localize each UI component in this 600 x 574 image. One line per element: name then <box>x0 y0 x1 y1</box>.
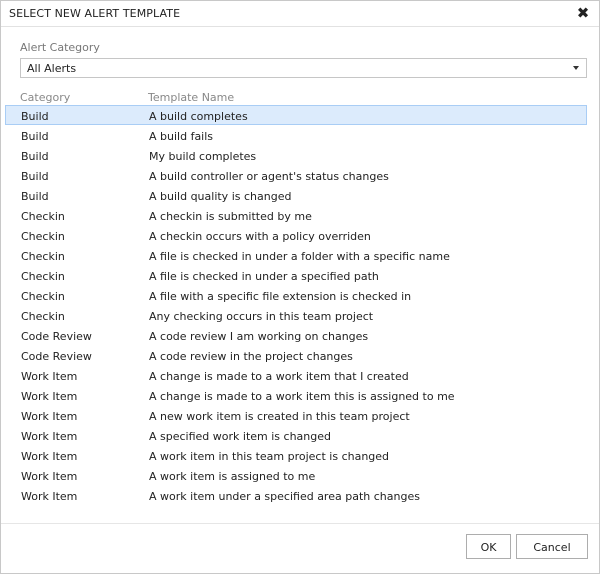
alert-category-value: All Alerts <box>27 62 77 75</box>
table-row[interactable]: Checkin A checkin is submitted by me <box>5 205 587 225</box>
table-row[interactable]: Build A build completes <box>5 105 587 125</box>
table-row[interactable]: Work Item A new work item is created in t… <box>5 405 587 425</box>
row-category: Work Item <box>21 470 78 483</box>
row-category: Build <box>21 170 49 183</box>
row-category: Work Item <box>21 450 78 463</box>
row-category: Work Item <box>21 390 78 403</box>
alert-template-dialog: SELECT NEW ALERT TEMPLATE ✖ Alert Catego… <box>0 0 600 574</box>
template-list: Build A build completes Build A build fails… <box>5 105 587 505</box>
row-template-name: A specified work item is changed <box>149 430 331 443</box>
table-row[interactable]: Build A build controller or agent's statu… <box>5 165 587 185</box>
row-template-name: A new work item is created in this team … <box>149 410 410 423</box>
dialog-title: SELECT NEW ALERT TEMPLATE <box>9 7 181 20</box>
table-row[interactable]: Checkin A file with a specific file exten… <box>5 285 587 305</box>
cancel-button[interactable]: Cancel <box>516 534 588 559</box>
table-row[interactable]: Code Review A code review I am working on… <box>5 325 587 345</box>
row-category: Work Item <box>21 410 78 423</box>
row-category: Build <box>21 190 49 203</box>
table-row[interactable]: Checkin Any checking occurs in this team … <box>5 305 587 325</box>
row-category: Work Item <box>21 490 78 503</box>
row-category: Code Review <box>21 350 92 363</box>
table-row[interactable]: Checkin A file is checked in under a fold… <box>5 245 587 265</box>
dialog-titlebar: SELECT NEW ALERT TEMPLATE ✖ <box>1 1 599 27</box>
table-row[interactable]: Build A build fails <box>5 125 587 145</box>
row-template-name: A build quality is changed <box>149 190 292 203</box>
close-icon[interactable]: ✖ <box>576 5 590 21</box>
row-template-name: A work item is assigned to me <box>149 470 316 483</box>
row-category: Checkin <box>21 210 65 223</box>
row-template-name: A code review I am working on changes <box>149 330 369 343</box>
row-category: Checkin <box>21 270 65 283</box>
table-row[interactable]: Work Item A change is made to a work item… <box>5 365 587 385</box>
row-template-name: A build controller or agent's status cha… <box>149 170 389 183</box>
row-category: Checkin <box>21 230 65 243</box>
column-header-category: Category <box>20 91 71 104</box>
table-row[interactable]: Build A build quality is changed <box>5 185 587 205</box>
chevron-down-icon <box>573 66 579 70</box>
row-template-name: A change is made to a work item that I c… <box>149 370 409 383</box>
row-template-name: A file with a specific file extension is… <box>149 290 412 303</box>
row-category: Build <box>21 130 49 143</box>
row-template-name: A file is checked in under a specified p… <box>149 270 379 283</box>
row-category: Checkin <box>21 310 65 323</box>
row-template-name: My build completes <box>149 150 257 163</box>
row-category: Code Review <box>21 330 92 343</box>
row-category: Work Item <box>21 430 78 443</box>
row-template-name: A build completes <box>149 110 248 123</box>
table-row[interactable]: Checkin A file is checked in under a spec… <box>5 265 587 285</box>
column-header-template-name: Template Name <box>148 91 235 104</box>
table-row[interactable]: Work Item A specified work item is change… <box>5 425 587 445</box>
table-row[interactable]: Work Item A work item is assigned to me <box>5 465 587 485</box>
ok-button[interactable]: OK <box>466 534 511 559</box>
row-template-name: A checkin is submitted by me <box>149 210 312 223</box>
row-category: Checkin <box>21 290 65 303</box>
footer-divider <box>1 523 599 524</box>
alert-category-dropdown[interactable]: All Alerts <box>20 58 587 78</box>
table-row[interactable]: Checkin A checkin occurs with a policy ov… <box>5 225 587 245</box>
row-category: Checkin <box>21 250 65 263</box>
alert-category-label: Alert Category <box>20 41 100 54</box>
row-template-name: A checkin occurs with a policy overriden <box>149 230 371 243</box>
row-category: Work Item <box>21 370 78 383</box>
table-row[interactable]: Build My build completes <box>5 145 587 165</box>
row-template-name: A build fails <box>149 130 214 143</box>
row-category: Build <box>21 150 49 163</box>
row-category: Build <box>21 110 49 123</box>
row-template-name: A work item in this team project is chan… <box>149 450 390 463</box>
table-row[interactable]: Work Item A work item under a specified a… <box>5 485 587 505</box>
row-template-name: A work item under a specified area path … <box>149 490 420 503</box>
row-template-name: A change is made to a work item this is … <box>149 390 455 403</box>
table-row[interactable]: Work Item A work item in this team projec… <box>5 445 587 465</box>
row-template-name: A file is checked in under a folder with… <box>149 250 450 263</box>
row-template-name: Any checking occurs in this team project <box>149 310 374 323</box>
table-row[interactable]: Code Review A code review in the project … <box>5 345 587 365</box>
row-template-name: A code review in the project changes <box>149 350 353 363</box>
table-row[interactable]: Work Item A change is made to a work item… <box>5 385 587 405</box>
